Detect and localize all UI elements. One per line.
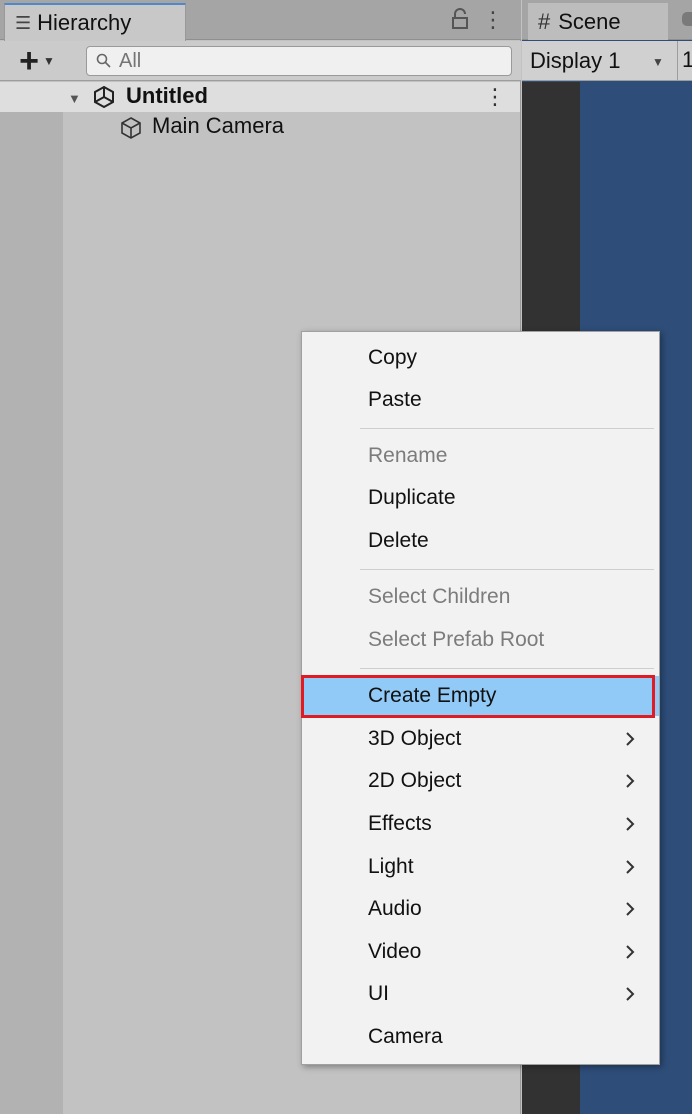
context-menu: Copy Paste Rename Duplicate Delete Selec… (301, 331, 660, 1065)
chevron-down-icon: ▼ (42, 54, 55, 68)
scene-toolbar: Display 1 ▼ 1 (522, 41, 692, 81)
menu-item-label: Effects (368, 812, 432, 835)
chevron-right-icon (626, 860, 635, 874)
menu-item-create-empty[interactable]: Create Empty (302, 676, 659, 716)
truncated-toolbar-text: 1 (682, 47, 692, 72)
tab-scene-label: Scene (558, 8, 621, 34)
chevron-down-icon: ▼ (652, 55, 664, 69)
display-select[interactable]: Display 1 ▼ (522, 41, 678, 81)
menu-item-camera[interactable]: Camera (302, 1017, 659, 1057)
scene-row[interactable]: ▼ Untitled ⋮ (0, 82, 520, 112)
tab-hierarchy[interactable]: ☰ Hierarchy (4, 3, 186, 41)
menu-item-effects[interactable]: Effects (302, 804, 659, 844)
menu-item-light[interactable]: Light (302, 847, 659, 887)
menu-item-2d-object[interactable]: 2D Object (302, 761, 659, 801)
menu-item-label: Select Prefab Root (368, 628, 545, 651)
fold-arrow-icon[interactable]: ▼ (68, 91, 81, 106)
menu-item-label: Rename (368, 444, 448, 467)
display-select-value: Display 1 (530, 48, 621, 73)
menu-item-label: Copy (368, 346, 418, 369)
cube-icon (121, 117, 141, 139)
menu-item-label: UI (368, 982, 389, 1005)
scene-menu-icon[interactable]: ⋮ (484, 82, 506, 112)
add-object-button[interactable]: + ▼ (8, 42, 66, 80)
menu-item-label: Video (368, 940, 422, 963)
menu-item-label: Light (368, 855, 414, 878)
menu-item-duplicate[interactable]: Duplicate (302, 478, 659, 518)
unity-scene-icon (94, 85, 114, 109)
lock-icon[interactable] (451, 8, 469, 30)
menu-item-select-prefab-root: Select Prefab Root (302, 620, 659, 660)
more-options-icon[interactable]: ⋮ (482, 6, 504, 34)
menu-item-copy[interactable]: Copy (302, 338, 659, 378)
menu-item-video[interactable]: Video (302, 932, 659, 972)
menu-item-rename: Rename (302, 436, 659, 476)
menu-item-label: Camera (368, 1025, 443, 1048)
menu-item-label: Audio (368, 897, 422, 920)
menu-item-audio[interactable]: Audio (302, 889, 659, 929)
chevron-right-icon (626, 902, 635, 916)
search-field[interactable] (86, 46, 512, 76)
tab-scene[interactable]: # Scene (528, 3, 668, 40)
search-input[interactable] (113, 48, 493, 74)
scene-tabbar: # Scene (522, 0, 692, 40)
chevron-right-icon (626, 774, 635, 788)
menu-divider (360, 428, 654, 429)
tab-hierarchy-label: Hierarchy (37, 10, 132, 35)
tree-gutter (0, 82, 63, 1114)
menu-item-3d-object[interactable]: 3D Object (302, 719, 659, 759)
menu-item-select-children: Select Children (302, 577, 659, 617)
hierarchy-tabbar: ☰ Hierarchy ⋮ (0, 0, 521, 41)
menu-item-label: 2D Object (368, 769, 462, 792)
chevron-right-icon (626, 732, 635, 746)
chevron-right-icon (626, 987, 635, 1001)
menu-item-label: Duplicate (368, 486, 456, 509)
menu-divider (360, 569, 654, 570)
menu-item-ui[interactable]: UI (302, 974, 659, 1014)
chevron-right-icon (626, 817, 635, 831)
search-icon (96, 53, 111, 68)
menu-item-label: Create Empty (368, 684, 497, 707)
menu-item-label: Delete (368, 529, 429, 552)
menu-item-label: Select Children (368, 585, 511, 608)
scene-grid-icon: # (538, 8, 551, 34)
main-camera-label: Main Camera (152, 113, 285, 138)
menu-item-paste[interactable]: Paste (302, 380, 659, 420)
menu-divider (360, 668, 654, 669)
hierarchy-list-icon: ☰ (15, 12, 32, 33)
plus-icon: + (19, 42, 39, 80)
scene-name: Untitled (126, 83, 208, 108)
game-tab-partial[interactable] (682, 12, 692, 26)
menu-item-label: 3D Object (368, 727, 462, 750)
menu-item-label: Paste (368, 388, 422, 411)
hierarchy-toolbar: + ▼ (0, 41, 521, 81)
list-item-main-camera[interactable]: Main Camera (0, 112, 520, 142)
menu-item-delete[interactable]: Delete (302, 521, 659, 561)
chevron-right-icon (626, 945, 635, 959)
